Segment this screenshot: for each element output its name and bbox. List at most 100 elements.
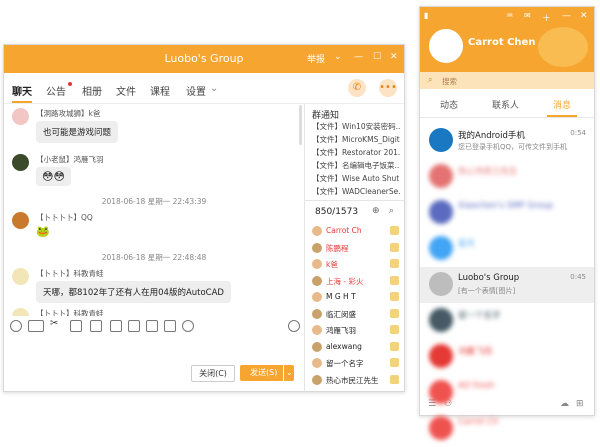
- member-name: k爸: [326, 260, 338, 269]
- more-icon[interactable]: •••: [379, 79, 397, 97]
- conversation-name: 我的Android手机: [458, 131, 525, 141]
- tab-contacts[interactable]: 联系人: [492, 98, 519, 111]
- member-name: 上海 - 彩火: [326, 276, 364, 286]
- search-icon: ⌕: [428, 75, 433, 84]
- avatar[interactable]: [12, 108, 29, 125]
- avatar[interactable]: [12, 268, 29, 285]
- member-name: 留一个名字: [326, 359, 364, 368]
- member-avatar: [312, 275, 322, 286]
- send-button[interactable]: 发送(S) ⌄: [240, 365, 294, 381]
- title-bar: Luobo's Group 举报 ⌄ — ☐ ✕: [4, 45, 404, 73]
- chevron-down-icon[interactable]: ⌄: [283, 365, 293, 381]
- more-icon[interactable]: [182, 320, 194, 332]
- divider: [304, 104, 305, 391]
- conversation-item[interactable]: 留一个名字: [420, 303, 594, 339]
- message-sender[interactable]: 【卜卜卜】科教青蛙: [36, 268, 104, 279]
- member-level-icon: [390, 226, 399, 235]
- emoji-icon[interactable]: [10, 320, 22, 332]
- phone-icon[interactable]: ✆: [348, 79, 366, 97]
- member-avatar: [312, 259, 322, 269]
- conversation-time: 0:54: [570, 129, 586, 137]
- conversation-name: AO fresh: [458, 381, 495, 391]
- folder-icon[interactable]: [70, 320, 82, 332]
- mail-icon[interactable]: ✉: [524, 11, 531, 20]
- member-name: 热心市民江先生: [326, 375, 379, 385]
- conversation-item[interactable]: Xiaochen's SMP Group: [420, 195, 594, 231]
- maximize-icon[interactable]: ☐: [373, 52, 381, 62]
- notice-item[interactable]: 【文件】WADCleanerSe...: [312, 186, 400, 197]
- notice-title: 群通知: [312, 111, 340, 121]
- tab-settings[interactable]: 设置: [186, 83, 206, 98]
- gif-icon[interactable]: [28, 320, 44, 332]
- report-button[interactable]: 举报: [307, 52, 325, 65]
- avatar[interactable]: [12, 308, 29, 316]
- chevron-down-icon[interactable]: ⌄: [210, 83, 218, 94]
- profile-name[interactable]: Carrot Chen: [468, 37, 535, 48]
- tab-files[interactable]: 文件: [116, 83, 136, 98]
- doc-icon[interactable]: [164, 320, 176, 332]
- screen-icon[interactable]: [128, 320, 140, 332]
- conversation-item[interactable]: 我的Android手机 您已登录手机QQ，可传文件到手机 0:54: [420, 123, 594, 159]
- tab-chat[interactable]: 聊天: [12, 83, 32, 103]
- conversation-item[interactable]: Luobo's Group [有一个表情[图片] 0:45: [420, 267, 594, 303]
- menu-icon[interactable]: ▮: [424, 11, 428, 20]
- notice-item[interactable]: 【文件】Win10安装密码...: [312, 121, 400, 132]
- avatar[interactable]: [12, 154, 29, 171]
- member-name: M G H T: [326, 292, 356, 301]
- tab-messages[interactable]: 消息: [546, 98, 578, 117]
- search-bar[interactable]: ⌕ 搜索: [420, 72, 594, 89]
- main-tabs: 动态 联系人 消息: [420, 90, 594, 118]
- member-level-icon: [390, 308, 399, 318]
- conversation-name: Carrot Ch: [458, 417, 499, 427]
- tab-courses[interactable]: 课程: [150, 83, 170, 98]
- unread-dot: [68, 82, 72, 86]
- shirt-icon[interactable]: ♒: [506, 11, 513, 20]
- message-sender[interactable]: 【小老鼠】鸿雁飞羽: [36, 154, 104, 165]
- profile-avatar[interactable]: [429, 29, 463, 63]
- message-bubble: 😳😳: [36, 167, 71, 186]
- history-icon[interactable]: [288, 320, 300, 332]
- notice-item[interactable]: 【文件】Restorator 201...: [312, 147, 400, 158]
- close-icon[interactable]: ✕: [580, 11, 588, 21]
- gift-icon[interactable]: [110, 320, 122, 332]
- tab-updates[interactable]: 动态: [440, 98, 458, 111]
- message-input[interactable]: [4, 337, 304, 391]
- conversation-name: 鸿雁飞羽: [458, 347, 493, 357]
- chevron-down-icon[interactable]: ⌄: [334, 52, 342, 62]
- conversation-name: 热心市民江先生: [458, 167, 518, 177]
- conversation-item[interactable]: 蓝天: [420, 231, 594, 267]
- minimize-icon[interactable]: —: [562, 11, 571, 21]
- calendar-icon[interactable]: [146, 320, 158, 332]
- chat-history[interactable]: 【洞路攻城狮】k爸 也可能是游戏问题 【小老鼠】鸿雁飞羽 😳😳 2018-06-…: [4, 104, 304, 316]
- tab-album[interactable]: 相册: [82, 83, 102, 98]
- conversation-item[interactable]: 鸿雁飞羽: [420, 339, 594, 375]
- close-button[interactable]: 关闭(C): [191, 365, 235, 382]
- avatar[interactable]: [12, 212, 29, 229]
- member-name: Carrot Ch: [326, 226, 362, 235]
- tab-announcement[interactable]: 公告: [46, 83, 66, 98]
- message-sender[interactable]: 【卜卜卜卜】QQ: [36, 212, 93, 223]
- notice-item[interactable]: 【文件】名编辑电子饭菜...: [312, 160, 400, 171]
- conversation-item[interactable]: AO fresh: [420, 375, 594, 411]
- conversation-preview: [有一个表情[图片]: [458, 287, 516, 295]
- conversation-item[interactable]: 热心市民江先生: [420, 159, 594, 195]
- scissors-icon[interactable]: ✂: [50, 318, 60, 329]
- member-avatar: [312, 242, 322, 253]
- close-icon[interactable]: ✕: [390, 52, 398, 62]
- member-count: 850/1573: [315, 207, 359, 217]
- timestamp: 2018-06-18 星期一 22:48:48: [101, 253, 207, 262]
- member-add-icon[interactable]: ⊕: [372, 206, 380, 216]
- search-icon[interactable]: ⌕: [389, 206, 394, 216]
- chat-scrollbar[interactable]: [299, 105, 302, 145]
- conversation-name: 蓝天: [458, 239, 476, 249]
- minimize-icon[interactable]: —: [354, 52, 363, 62]
- conversation-time: 0:45: [570, 273, 586, 281]
- message-sender[interactable]: 【洞路攻城狮】k爸: [36, 108, 100, 119]
- notice-item[interactable]: 【文件】Wise Auto Shut...: [312, 173, 400, 184]
- notice-item[interactable]: 【文件】MicroKMS_Digit...: [312, 134, 400, 145]
- image-icon[interactable]: [90, 320, 102, 332]
- add-icon[interactable]: ＋: [542, 11, 551, 24]
- conversation-item[interactable]: Carrot Ch: [420, 411, 594, 447]
- avatar: [429, 344, 453, 368]
- message-sender[interactable]: 【卜卜卜】科教青蛙: [36, 308, 104, 316]
